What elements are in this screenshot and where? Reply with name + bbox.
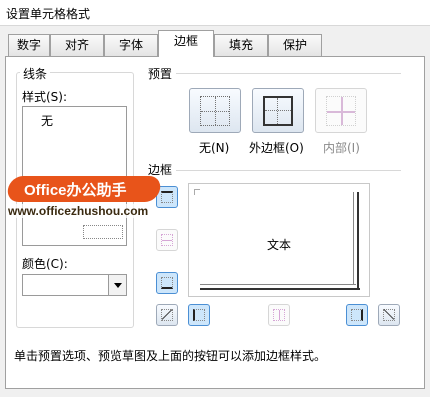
preview-right-line-inner — [353, 192, 354, 285]
watermark-url: www.officezhushou.com — [8, 204, 149, 218]
preset-outline-label: 外边框(O) — [249, 141, 304, 155]
preset-outline-icon — [263, 95, 293, 126]
watermark-brand: Office办公助手 — [24, 182, 127, 199]
title-bar: 设置单元格格式 — [0, 0, 430, 26]
border-divider — [176, 170, 401, 171]
border-diagonal-up-button[interactable] — [156, 304, 178, 326]
preview-corner-tl — [194, 189, 200, 195]
preview-right-line — [357, 192, 359, 290]
border-bottom-button[interactable] — [156, 272, 178, 294]
presets-title: 预置 — [145, 65, 176, 82]
tab-alignment[interactable]: 对齐 — [50, 34, 104, 56]
border-inside-horizontal-button[interactable] — [156, 229, 178, 251]
tab-number[interactable]: 数字 — [8, 34, 50, 56]
border-diagonal-down-button[interactable] — [378, 304, 400, 326]
preset-inside-icon — [326, 95, 356, 126]
tab-border[interactable]: 边框 — [158, 30, 214, 57]
color-dropdown[interactable] — [22, 274, 127, 296]
preview-text: 文本 — [267, 238, 292, 252]
border-inside-vertical-icon — [273, 309, 285, 321]
tab-protection[interactable]: 保护 — [268, 34, 322, 56]
border-left-icon — [193, 309, 205, 321]
tab-fill[interactable]: 填充 — [214, 34, 268, 56]
border-right-button[interactable] — [346, 304, 368, 326]
preset-outline-button[interactable] — [252, 88, 304, 133]
preset-none-label: 无(N) — [199, 141, 230, 155]
window-title: 设置单元格格式 — [6, 7, 91, 21]
diagonal-down-icon — [383, 309, 395, 321]
border-bottom-icon — [161, 277, 173, 289]
line-style-selected[interactable] — [83, 225, 123, 239]
tab-font[interactable]: 字体 — [104, 34, 158, 56]
preset-inside-button[interactable] — [315, 88, 367, 133]
border-inside-vertical-button[interactable] — [268, 304, 290, 326]
preset-inside-label: 内部(I) — [323, 141, 360, 155]
color-label: 颜色(C): — [22, 257, 68, 271]
border-left-button[interactable] — [188, 304, 210, 326]
hint-text: 单击预置选项、预览草图及上面的按钮可以添加边框样式。 — [14, 349, 327, 363]
preset-none-icon — [200, 95, 230, 126]
style-label: 样式(S): — [22, 90, 68, 104]
border-top-icon — [161, 191, 173, 203]
preview-bottom-line-inner — [200, 284, 356, 285]
border-preview[interactable]: 文本 — [188, 183, 370, 297]
line-group-title: 线条 — [20, 65, 51, 82]
preview-bottom-line — [200, 288, 360, 290]
diagonal-up-icon — [161, 309, 173, 321]
line-style-none[interactable]: 无 — [41, 112, 53, 129]
chevron-down-icon[interactable] — [108, 275, 126, 295]
border-right-icon — [351, 309, 363, 321]
preset-none-button[interactable] — [189, 88, 241, 133]
border-inside-horizontal-icon — [161, 234, 173, 246]
presets-divider — [176, 73, 401, 74]
